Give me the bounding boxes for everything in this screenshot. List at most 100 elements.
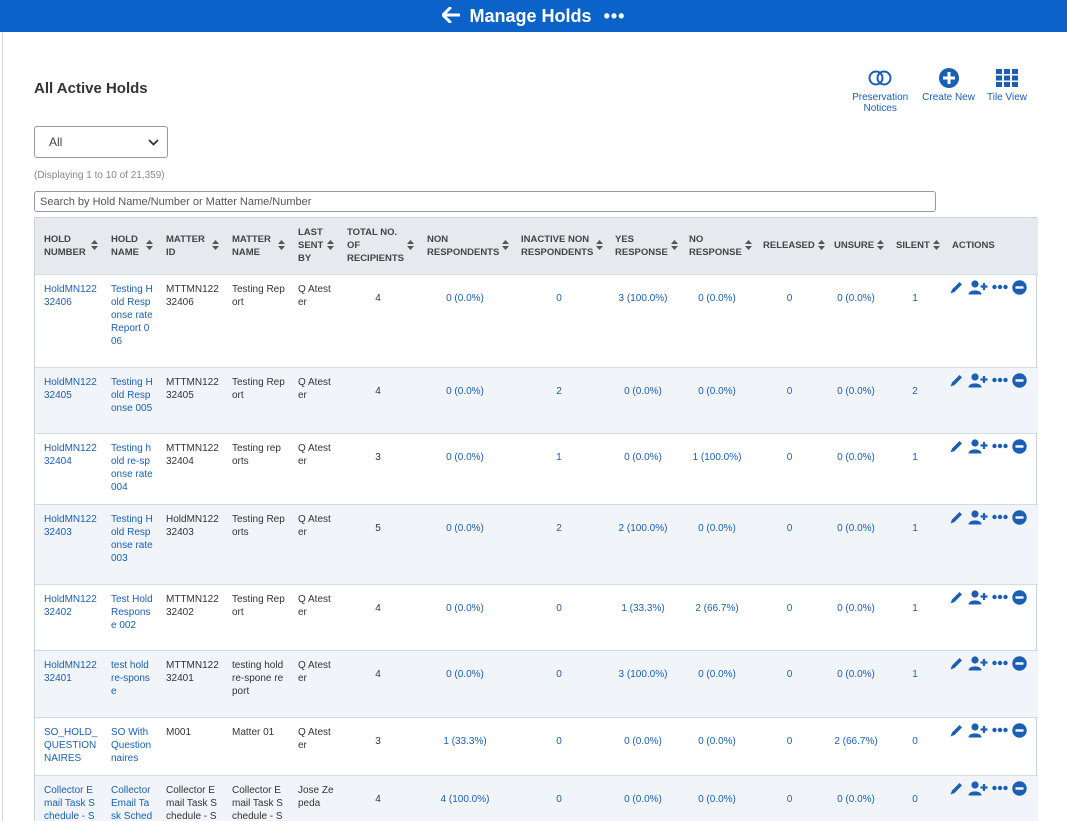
- no-response-cell[interactable]: 0 (0.0%): [680, 716, 754, 775]
- hold-number-cell[interactable]: SO_HOLD_QUESTIONNAIRES: [35, 716, 102, 775]
- hold-name-cell[interactable]: Collector Email Task Schedul: [102, 774, 157, 821]
- remove-circle-icon[interactable]: [1012, 780, 1027, 796]
- released-cell[interactable]: 0: [754, 366, 825, 433]
- more-dots-icon[interactable]: [992, 660, 1008, 666]
- unsure-cell[interactable]: 0 (0.0%): [825, 503, 887, 584]
- sort-icon[interactable]: [502, 240, 510, 251]
- no-response-cell[interactable]: 1 (100.0%): [680, 432, 754, 504]
- more-options-icon[interactable]: •••: [604, 6, 626, 27]
- column-header[interactable]: LAST SENT BY: [289, 218, 338, 274]
- hold-name-cell[interactable]: Test Hold Response 002: [102, 583, 157, 650]
- inactive-non-respondents-cell[interactable]: 0: [512, 716, 606, 775]
- edit-pencil-icon[interactable]: [949, 590, 964, 605]
- more-dots-icon[interactable]: [992, 727, 1008, 733]
- no-response-cell[interactable]: 0 (0.0%): [680, 774, 754, 821]
- inactive-non-respondents-cell[interactable]: 0: [512, 273, 606, 367]
- hold-number-cell[interactable]: HoldMN12232402: [35, 583, 102, 650]
- remove-circle-icon[interactable]: [1012, 279, 1027, 295]
- create-new-button[interactable]: Create New: [922, 68, 975, 114]
- released-cell[interactable]: 0: [754, 716, 825, 775]
- silent-cell[interactable]: 1: [887, 649, 943, 717]
- yes-response-cell[interactable]: 0 (0.0%): [606, 716, 680, 775]
- hold-name-cell[interactable]: Testing hold re-sponse rate 004: [102, 432, 157, 504]
- column-header[interactable]: HOLD NAME: [102, 218, 157, 274]
- remove-circle-icon[interactable]: [1012, 589, 1027, 605]
- unsure-cell[interactable]: 2 (66.7%): [825, 716, 887, 775]
- released-cell[interactable]: 0: [754, 583, 825, 650]
- hold-number-cell[interactable]: HoldMN12232401: [35, 649, 102, 717]
- add-user-icon[interactable]: [968, 722, 988, 738]
- add-user-icon[interactable]: [968, 438, 988, 454]
- more-dots-icon[interactable]: [992, 284, 1008, 290]
- no-response-cell[interactable]: 0 (0.0%): [680, 273, 754, 367]
- edit-pencil-icon[interactable]: [949, 723, 964, 738]
- edit-pencil-icon[interactable]: [949, 656, 964, 671]
- no-response-cell[interactable]: 0 (0.0%): [680, 649, 754, 717]
- hold-number-cell[interactable]: HoldMN12232404: [35, 432, 102, 504]
- silent-cell[interactable]: 1: [887, 503, 943, 584]
- non-respondents-cell[interactable]: 0 (0.0%): [418, 273, 512, 367]
- yes-response-cell[interactable]: 0 (0.0%): [606, 366, 680, 433]
- hold-name-cell[interactable]: Testing Hold Response 005: [102, 366, 157, 433]
- tile-view-button[interactable]: Tile View: [987, 68, 1027, 114]
- inactive-non-respondents-cell[interactable]: 2: [512, 366, 606, 433]
- more-dots-icon[interactable]: [992, 594, 1008, 600]
- column-header[interactable]: NON RESPONDENTS: [418, 218, 512, 274]
- edit-pencil-icon[interactable]: [949, 373, 964, 388]
- hold-number-cell[interactable]: HoldMN12232403: [35, 503, 102, 584]
- sort-icon[interactable]: [91, 240, 98, 251]
- unsure-cell[interactable]: 0 (0.0%): [825, 774, 887, 821]
- non-respondents-cell[interactable]: 4 (100.0%): [418, 774, 512, 821]
- hold-name-cell[interactable]: SO With Questionnaires: [102, 716, 157, 775]
- column-header[interactable]: INACTIVE NON RESPONDENTS: [512, 218, 606, 274]
- column-header[interactable]: RELEASED: [754, 218, 825, 274]
- non-respondents-cell[interactable]: 1 (33.3%): [418, 716, 512, 775]
- inactive-non-respondents-cell[interactable]: 0: [512, 774, 606, 821]
- add-user-icon[interactable]: [968, 655, 988, 671]
- sort-icon[interactable]: [407, 240, 414, 251]
- inactive-non-respondents-cell[interactable]: 0: [512, 649, 606, 717]
- yes-response-cell[interactable]: 0 (0.0%): [606, 432, 680, 504]
- sort-icon[interactable]: [212, 240, 219, 251]
- released-cell[interactable]: 0: [754, 774, 825, 821]
- remove-circle-icon[interactable]: [1012, 509, 1027, 525]
- add-user-icon[interactable]: [968, 509, 988, 525]
- no-response-cell[interactable]: 0 (0.0%): [680, 366, 754, 433]
- more-dots-icon[interactable]: [992, 785, 1008, 791]
- hold-name-cell[interactable]: test hold re-sponse: [102, 649, 157, 717]
- more-dots-icon[interactable]: [992, 377, 1008, 383]
- add-user-icon[interactable]: [968, 589, 988, 605]
- unsure-cell[interactable]: 0 (0.0%): [825, 366, 887, 433]
- non-respondents-cell[interactable]: 0 (0.0%): [418, 366, 512, 433]
- silent-cell[interactable]: 2: [887, 366, 943, 433]
- unsure-cell[interactable]: 0 (0.0%): [825, 273, 887, 367]
- sort-icon[interactable]: [278, 240, 285, 251]
- silent-cell[interactable]: 1: [887, 583, 943, 650]
- search-input[interactable]: [34, 191, 936, 212]
- sort-icon[interactable]: [932, 240, 940, 251]
- hold-name-cell[interactable]: Testing Hold Response rate Report 006: [102, 273, 157, 367]
- yes-response-cell[interactable]: 3 (100.0%): [606, 273, 680, 367]
- sort-icon[interactable]: [327, 240, 334, 251]
- column-header[interactable]: YES RESPONSE: [606, 218, 680, 274]
- yes-response-cell[interactable]: 0 (0.0%): [606, 774, 680, 821]
- sort-icon[interactable]: [670, 240, 678, 251]
- preservation-notices-button[interactable]: Preservation Notices: [850, 68, 910, 114]
- hold-number-cell[interactable]: HoldMN12232406: [35, 273, 102, 367]
- no-response-cell[interactable]: 0 (0.0%): [680, 503, 754, 584]
- non-respondents-cell[interactable]: 0 (0.0%): [418, 503, 512, 584]
- unsure-cell[interactable]: 0 (0.0%): [825, 432, 887, 504]
- more-dots-icon[interactable]: [992, 443, 1008, 449]
- column-header[interactable]: MATTER NAME: [223, 218, 289, 274]
- non-respondents-cell[interactable]: 0 (0.0%): [418, 649, 512, 717]
- sort-icon[interactable]: [596, 240, 604, 251]
- sort-icon[interactable]: [146, 240, 153, 251]
- released-cell[interactable]: 0: [754, 273, 825, 367]
- edit-pencil-icon[interactable]: [949, 510, 964, 525]
- remove-circle-icon[interactable]: [1012, 438, 1027, 454]
- inactive-non-respondents-cell[interactable]: 1: [512, 432, 606, 504]
- more-dots-icon[interactable]: [992, 514, 1008, 520]
- released-cell[interactable]: 0: [754, 503, 825, 584]
- column-header[interactable]: SILENT: [887, 218, 943, 274]
- yes-response-cell[interactable]: 1 (33.3%): [606, 583, 680, 650]
